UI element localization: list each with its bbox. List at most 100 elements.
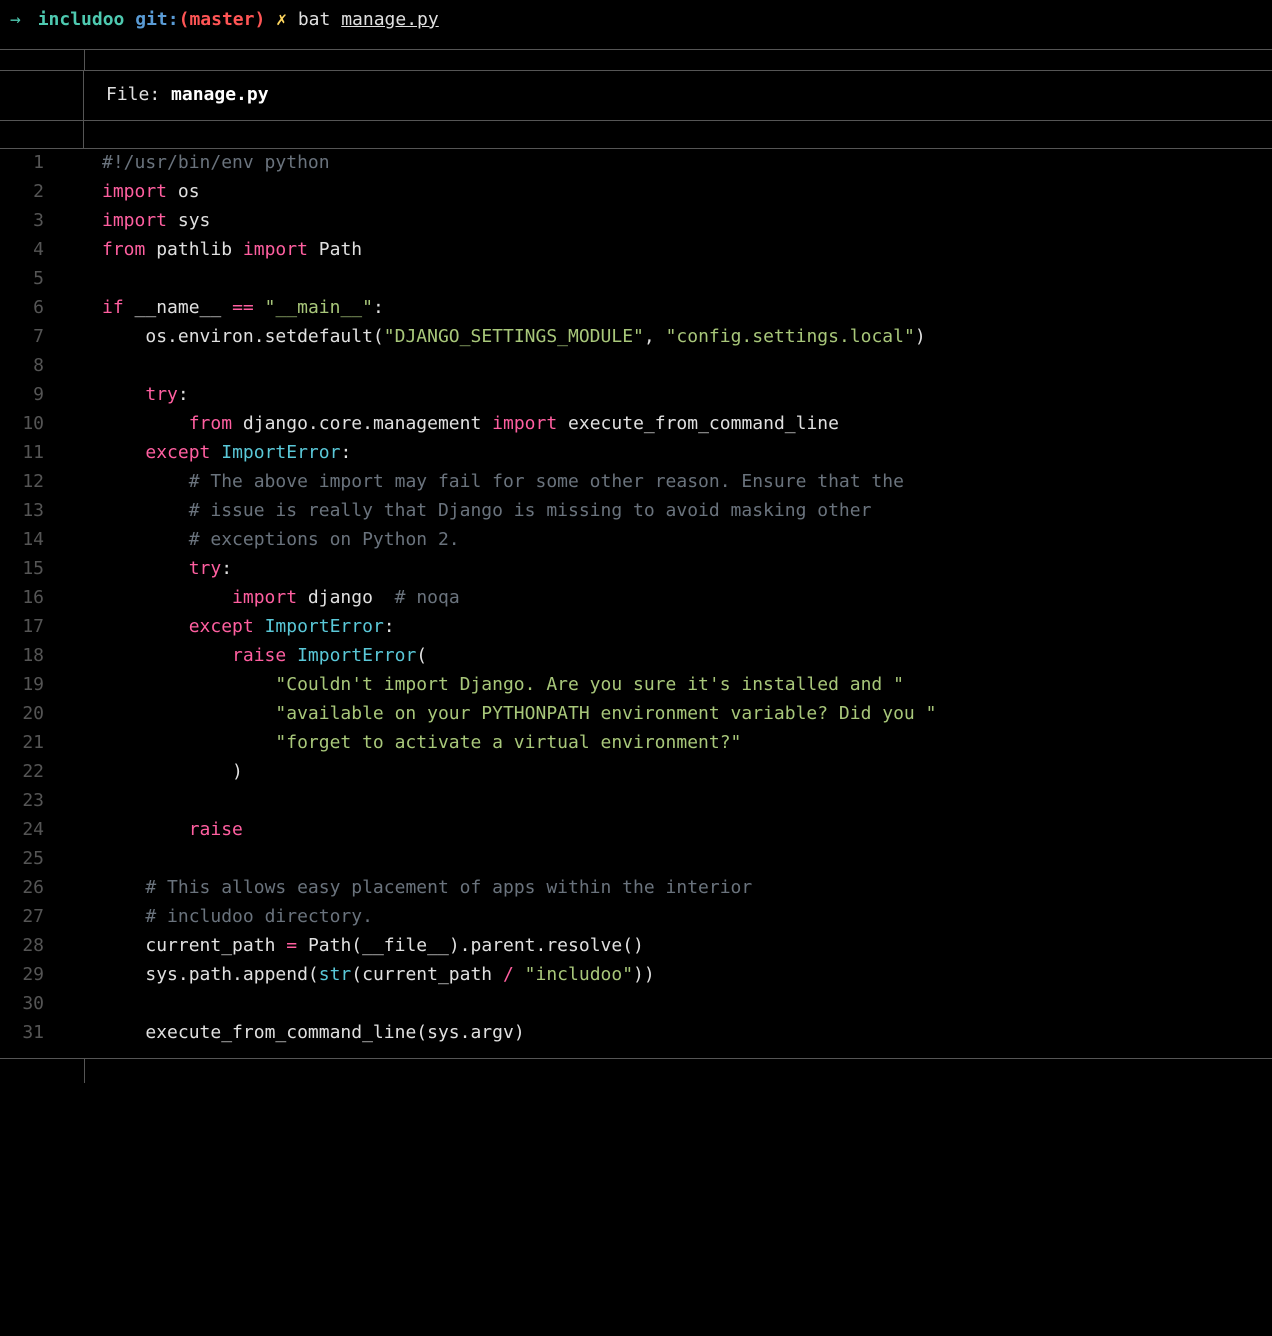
- code-content: # issue is really that Django is missing…: [84, 497, 871, 526]
- line-number: 11: [0, 439, 58, 468]
- line-number: 18: [0, 642, 58, 671]
- code-line: 23: [0, 787, 1272, 816]
- file-header: File: manage.py: [0, 70, 1272, 121]
- line-number: 28: [0, 932, 58, 961]
- line-number: 25: [0, 845, 58, 874]
- code-content: "available on your PYTHONPATH environmen…: [84, 700, 936, 729]
- code-line: 12 # The above import may fail for some …: [0, 468, 1272, 497]
- prompt-arrow-icon: →: [10, 9, 21, 30]
- prompt-git-label: git:: [135, 9, 178, 30]
- line-number: 21: [0, 729, 58, 758]
- line-number: 14: [0, 526, 58, 555]
- line-number: 20: [0, 700, 58, 729]
- code-line: 19 "Couldn't import Django. Are you sure…: [0, 671, 1272, 700]
- code-line: 13 # issue is really that Django is miss…: [0, 497, 1272, 526]
- code-content: try:: [84, 555, 232, 584]
- code-line: 9 try:: [0, 381, 1272, 410]
- code-line: 4 from pathlib import Path: [0, 236, 1272, 265]
- code-line: 22 ): [0, 758, 1272, 787]
- line-number: 13: [0, 497, 58, 526]
- line-number: 19: [0, 671, 58, 700]
- line-number: 6: [0, 294, 58, 323]
- code-line: 8: [0, 352, 1272, 381]
- line-number: 23: [0, 787, 58, 816]
- code-content: raise: [84, 816, 243, 845]
- code-line: 31 execute_from_command_line(sys.argv): [0, 1019, 1272, 1048]
- line-number: 10: [0, 410, 58, 439]
- code-line: 20 "available on your PYTHONPATH environ…: [0, 700, 1272, 729]
- line-number: 30: [0, 990, 58, 1019]
- code-line: 6 if __name__ == "__main__":: [0, 294, 1272, 323]
- code-content: # This allows easy placement of apps wit…: [84, 874, 752, 903]
- code-spacer: [0, 121, 1272, 149]
- code-line: 14 # exceptions on Python 2.: [0, 526, 1272, 555]
- line-number: 8: [0, 352, 58, 381]
- line-number: 1: [0, 149, 58, 178]
- file-label: File:: [106, 84, 160, 105]
- code-content: # exceptions on Python 2.: [84, 526, 460, 555]
- code-content: sys.path.append(str(current_path / "incl…: [84, 961, 655, 990]
- prompt-arg: manage.py: [341, 9, 439, 30]
- code-line: 11 except ImportError:: [0, 439, 1272, 468]
- divider-vline-bottom: [84, 1059, 1272, 1083]
- code-line: 1 #!/usr/bin/env python: [0, 149, 1272, 178]
- code-line: 30: [0, 990, 1272, 1019]
- line-number: 26: [0, 874, 58, 903]
- code-content: except ImportError:: [84, 439, 351, 468]
- line-number: 29: [0, 961, 58, 990]
- code-line: 5: [0, 265, 1272, 294]
- code-line: 16 import django # noqa: [0, 584, 1272, 613]
- code-content: from django.core.management import execu…: [84, 410, 839, 439]
- line-number: 31: [0, 1019, 58, 1048]
- line-number: 5: [0, 265, 58, 294]
- code-line: 7 os.environ.setdefault("DJANGO_SETTINGS…: [0, 323, 1272, 352]
- line-number: 27: [0, 903, 58, 932]
- code-line: 24 raise: [0, 816, 1272, 845]
- code-content: import django # noqa: [84, 584, 460, 613]
- code-line: 15 try:: [0, 555, 1272, 584]
- code-line: 27 # includoo directory.: [0, 903, 1272, 932]
- line-number: 2: [0, 178, 58, 207]
- line-number: 22: [0, 758, 58, 787]
- shell-prompt[interactable]: → includoo git:(master) ✗ bat manage.py: [0, 0, 1272, 43]
- code-content: from pathlib import Path: [84, 236, 362, 265]
- code-content: execute_from_command_line(sys.argv): [84, 1019, 525, 1048]
- code-content: if __name__ == "__main__":: [84, 294, 384, 323]
- prompt-paren-open: (: [179, 9, 190, 30]
- line-number: 16: [0, 584, 58, 613]
- code-content: except ImportError:: [84, 613, 395, 642]
- code-content: import sys: [84, 207, 210, 236]
- code-line: 17 except ImportError:: [0, 613, 1272, 642]
- code-line: 26 # This allows easy placement of apps …: [0, 874, 1272, 903]
- divider-vline: [84, 50, 1272, 70]
- prompt-folder: includoo: [38, 9, 125, 30]
- file-header-gutter: [0, 71, 84, 120]
- code-content: ): [84, 758, 243, 787]
- code-line: 18 raise ImportError(: [0, 642, 1272, 671]
- line-number: 7: [0, 323, 58, 352]
- code-content: # The above import may fail for some oth…: [84, 468, 904, 497]
- prompt-branch: master: [189, 9, 254, 30]
- code-content: #!/usr/bin/env python: [84, 149, 330, 178]
- code-content: import os: [84, 178, 200, 207]
- line-number: 17: [0, 613, 58, 642]
- file-name: manage.py: [171, 84, 269, 105]
- prompt-command: bat: [298, 9, 331, 30]
- code-line: 25: [0, 845, 1272, 874]
- code-line: 28 current_path = Path(__file__).parent.…: [0, 932, 1272, 961]
- line-number: 4: [0, 236, 58, 265]
- code-content: current_path = Path(__file__).parent.res…: [84, 932, 644, 961]
- prompt-paren-close: ): [254, 9, 265, 30]
- line-number: 3: [0, 207, 58, 236]
- line-number: 12: [0, 468, 58, 497]
- code-content: "Couldn't import Django. Are you sure it…: [84, 671, 904, 700]
- code-content: "forget to activate a virtual environmen…: [84, 729, 741, 758]
- code-content: raise ImportError(: [84, 642, 427, 671]
- line-number: 24: [0, 816, 58, 845]
- code-line: 10 from django.core.management import ex…: [0, 410, 1272, 439]
- line-number: 15: [0, 555, 58, 584]
- code-line: 2 import os: [0, 178, 1272, 207]
- code-line: 29 sys.path.append(str(current_path / "i…: [0, 961, 1272, 990]
- code-content: os.environ.setdefault("DJANGO_SETTINGS_M…: [84, 323, 926, 352]
- code-line: 21 "forget to activate a virtual environ…: [0, 729, 1272, 758]
